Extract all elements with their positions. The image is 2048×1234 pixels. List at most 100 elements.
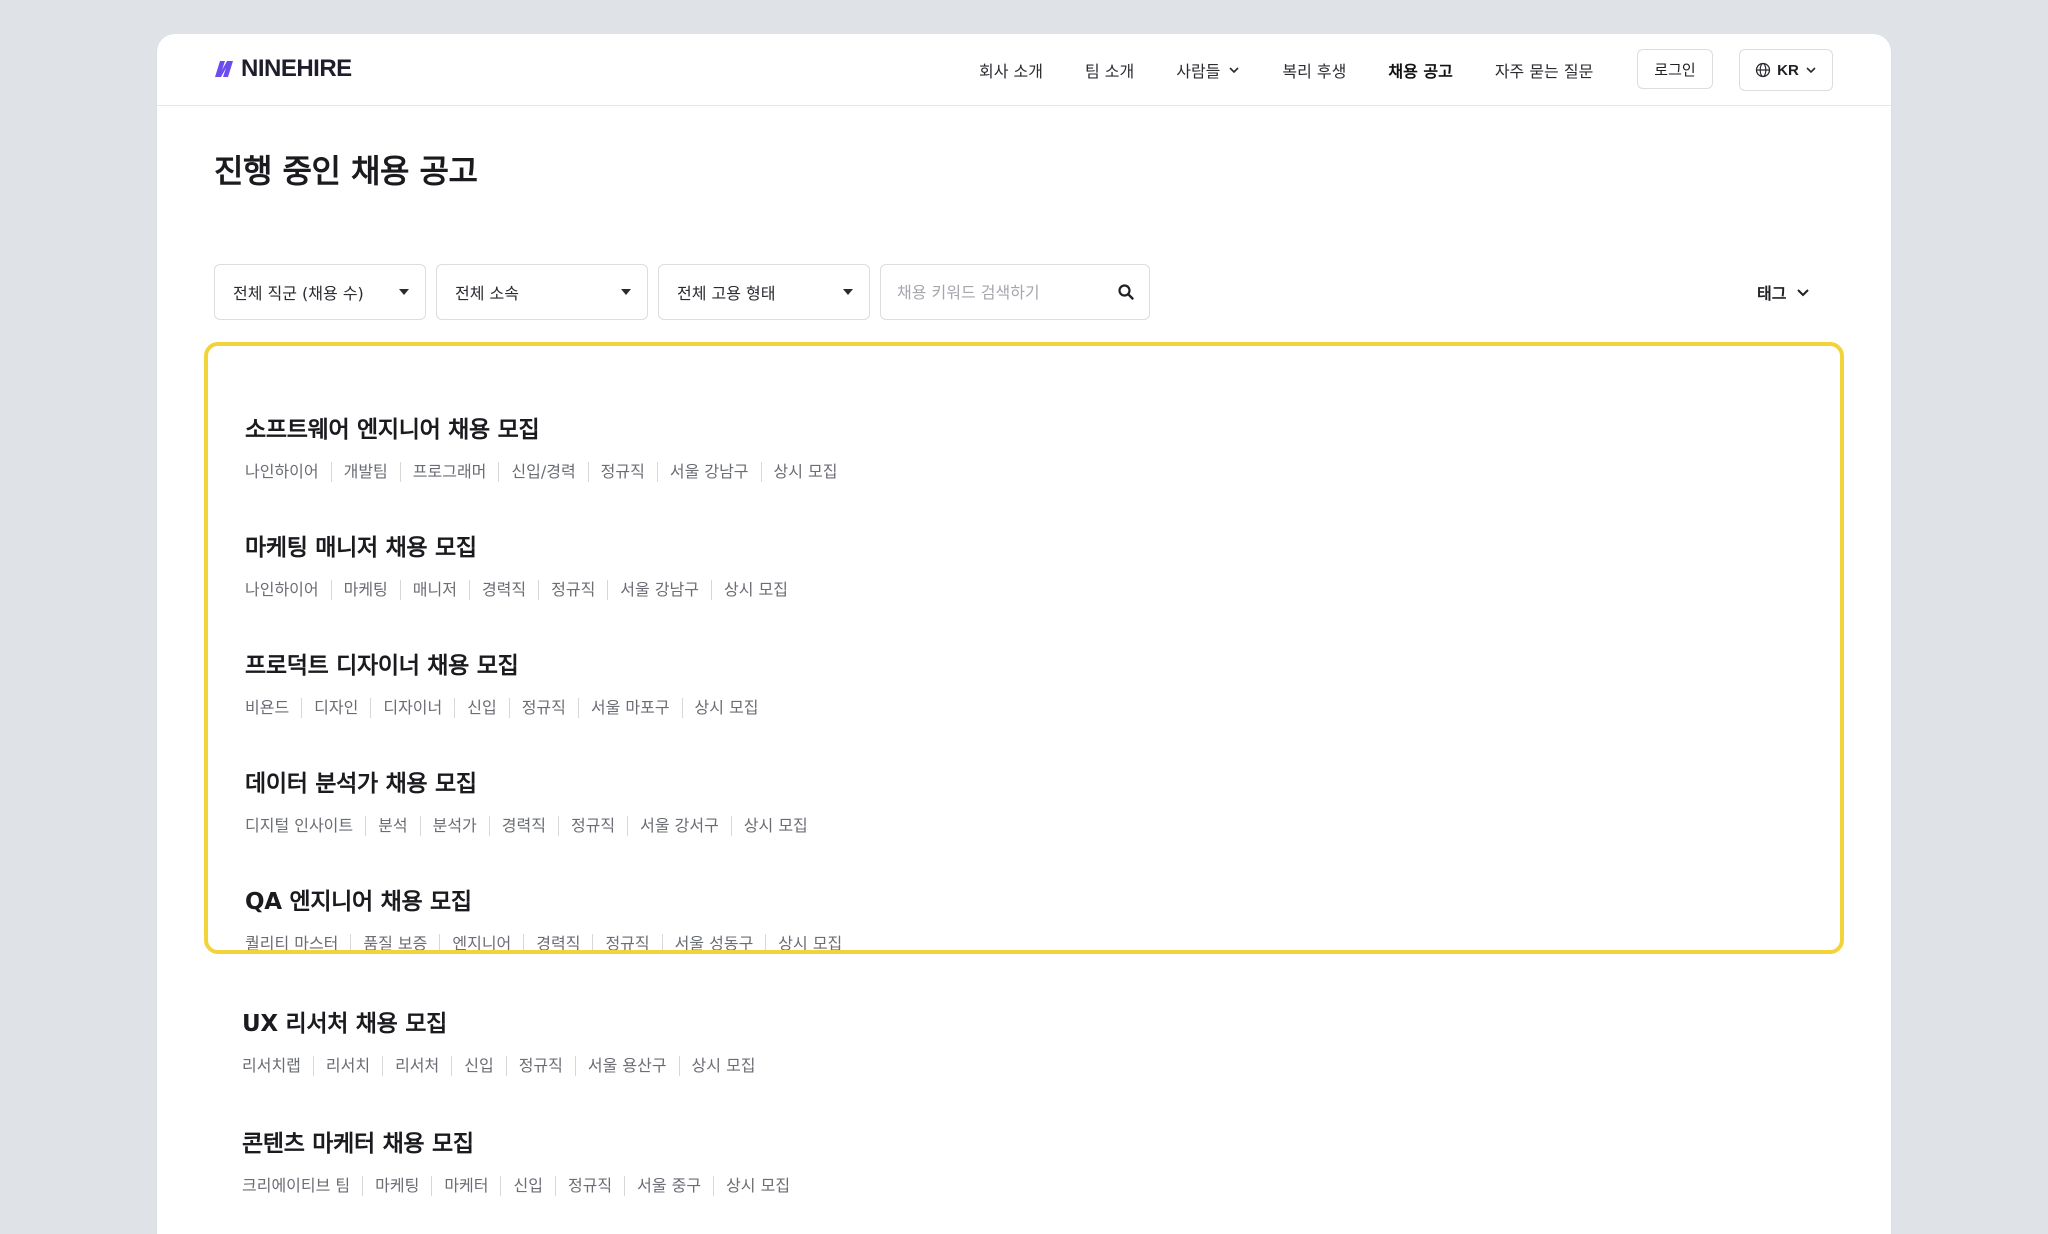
job-tags: 크리에이티브 팀 마케팅 마케터 신입 정규직 서울 중구 상시 모집 [242,1176,802,1196]
job-tag: 분석 [365,816,419,836]
nav-label: 채용 공고 [1388,61,1453,81]
job-tag: 디지털 인사이트 [245,816,354,835]
job-tags: 디지털 인사이트 분석 분석가 경력직 정규직 서울 강서구 상시 모집 [245,816,820,836]
job-tag: 서울 강서구 [627,816,731,836]
job-tag: 비욘드 [245,698,290,717]
job-tag: 리서치랩 [242,1056,301,1075]
job-posting[interactable]: 데이터 분석가 채용 모집 디지털 인사이트 분석 분석가 경력직 정규직 서울 강서구 상시… [245,764,820,836]
job-posting[interactable]: 소프트웨어 엔지니어 채용 모집 나인하이어 개발팀 프로그래머 신입/경력 정규직 서울 … [245,410,850,482]
nav-faq[interactable]: 자주 묻는 질문 [1495,58,1594,82]
job-tag: 품질 보증 [350,934,439,954]
job-tag: 매니저 [399,580,469,600]
language-label: KR [1777,61,1799,79]
employment-type-select[interactable]: 전체 고용 형태 [658,264,870,320]
job-tag: 정규직 [587,462,657,482]
chevron-down-icon [1229,66,1239,73]
job-tag: 경력직 [468,580,538,600]
nav-label: 자주 묻는 질문 [1494,61,1594,81]
job-tag: 마케팅 [330,580,400,600]
tag-filter-toggle[interactable]: 태그 [1757,274,1810,310]
job-title[interactable]: QA 엔지니어 채용 모집 [245,882,854,916]
job-posting[interactable]: QA 엔지니어 채용 모집 퀄리티 마스터 품질 보증 엔지니어 경력직 정규직 서울 성동… [245,882,854,954]
affiliation-select-value: 전체 소속 [455,284,519,303]
job-tags: 나인하이어 개발팀 프로그래머 신입/경력 정규직 서울 강남구 상시 모집 [245,462,850,482]
job-tags: 비욘드 디자인 디자이너 신입 정규직 서울 마포구 상시 모집 [245,698,771,718]
job-tag: 나인하이어 [245,580,319,599]
job-tag: 서울 강남구 [656,462,761,482]
job-tag: 신입 [451,1056,505,1076]
caret-down-icon [399,289,409,295]
job-tag: 신입 [500,1176,554,1196]
job-tag: 분석가 [419,816,489,836]
job-tag: 상시 모집 [678,1056,768,1076]
chevron-down-icon [1806,67,1816,74]
nav-label: 회사 소개 [979,61,1043,81]
ninehire-logo-mark-icon [215,61,233,77]
job-tags: 나인하이어 마케팅 매니저 경력직 정규직 서울 강남구 상시 모집 [245,580,800,600]
job-title[interactable]: 콘텐츠 마케터 채용 모집 [242,1124,802,1158]
job-tag: 개발팀 [330,462,400,482]
job-tag: 마케터 [431,1176,500,1196]
job-group-select[interactable]: 전체 직군 (채용 수) [214,264,426,320]
job-posting[interactable]: 콘텐츠 마케터 채용 모집 크리에이티브 팀 마케팅 마케터 신입 정규직 서울 중구 상시 … [242,1124,802,1196]
job-title[interactable]: 소프트웨어 엔지니어 채용 모집 [245,410,850,444]
job-title[interactable]: 데이터 분석가 채용 모집 [245,764,820,798]
nav-label: 팀 소개 [1084,61,1135,81]
nav-jobs[interactable]: 채용 공고 [1388,58,1452,82]
job-posting[interactable]: UX 리서처 채용 모집리서치랩 리서치 리서처 신입 정규직 서울 용산구 상시 모집 [242,1004,768,1076]
job-title[interactable]: UX 리서처 채용 모집 [242,1004,768,1038]
search-icon[interactable] [1117,283,1135,301]
job-tag: 서울 성동구 [661,934,766,954]
job-tag: 경력직 [523,934,592,954]
job-tag: 서울 용산구 [574,1056,679,1076]
nav-people[interactable]: 사람들 [1176,58,1240,82]
nav-label: 복리 후생 [1282,61,1347,81]
job-tag: 정규직 [505,1056,575,1076]
job-tag: 정규직 [508,698,578,718]
job-tag: 퀄리티 마스터 [245,934,339,953]
logo[interactable]: NINEHIRE [213,55,352,82]
job-tag: 정규직 [538,580,607,600]
site-header: NINEHIRE 회사 소개 팀 소개 사람들 복리 후생 채용 공고 자주 묻는 질문 … [157,34,1891,106]
globe-icon [1756,62,1771,78]
chevron-down-icon [1797,289,1810,297]
caret-down-icon [621,289,631,295]
job-tag: 나인하이어 [245,462,319,481]
page-title: 진행 중인 채용 공고 [214,152,478,190]
job-tag: 서울 중구 [624,1176,713,1196]
job-tag: 상시 모집 [681,698,771,718]
job-posting[interactable]: 마케팅 매니저 채용 모집 나인하이어 마케팅 매니저 경력직 정규직 서울 강남구 상시 모… [245,528,800,600]
employment-type-select-value: 전체 고용 형태 [677,284,776,303]
language-selector[interactable]: KR [1739,49,1833,91]
browser-page: NINEHIRE 회사 소개 팀 소개 사람들 복리 후생 채용 공고 자주 묻는 질문 … [157,34,1891,1234]
job-posting[interactable]: 프로덕트 디자이너 채용 모집비욘드 디자인 디자이너 신입 정규직 서울 마포구 상시 모… [245,646,771,718]
job-tag: 크리에이티브 팀 [242,1176,351,1195]
caret-down-icon [843,289,853,295]
job-tag: 디자이너 [370,698,454,718]
nav-team[interactable]: 팀 소개 [1085,58,1134,82]
job-tag: 신입 [454,698,508,718]
nav-benefits[interactable]: 복리 후생 [1282,58,1346,82]
job-tag: 디자인 [301,698,370,718]
job-tag: 상시 모집 [765,934,854,954]
job-tag: 상시 모집 [760,462,850,482]
job-tag: 정규직 [554,1176,624,1196]
job-tag: 리서처 [382,1056,451,1076]
nav-label: 사람들 [1176,61,1221,81]
job-tag: 마케팅 [362,1176,431,1196]
main-nav: 회사 소개 팀 소개 사람들 복리 후생 채용 공고 자주 묻는 질문 [979,34,1635,105]
job-tag: 경력직 [488,816,558,836]
job-tag: 서울 마포구 [577,698,682,718]
affiliation-select[interactable]: 전체 소속 [436,264,648,320]
nav-company[interactable]: 회사 소개 [979,58,1043,82]
job-tag: 정규직 [592,934,661,954]
job-title[interactable]: 프로덕트 디자이너 채용 모집 [245,646,771,680]
job-tag: 리서치 [312,1056,382,1076]
logo-text: NINEHIRE [241,55,352,82]
job-title[interactable]: 마케팅 매니저 채용 모집 [245,528,800,562]
login-button[interactable]: 로그인 [1637,49,1713,89]
search-input[interactable] [895,281,1109,303]
job-tags: 퀄리티 마스터 품질 보증 엔지니어 경력직 정규직 서울 성동구 상시 모집 [245,934,854,954]
job-tag: 서울 강남구 [607,580,711,600]
job-tag: 신입/경력 [498,462,587,482]
